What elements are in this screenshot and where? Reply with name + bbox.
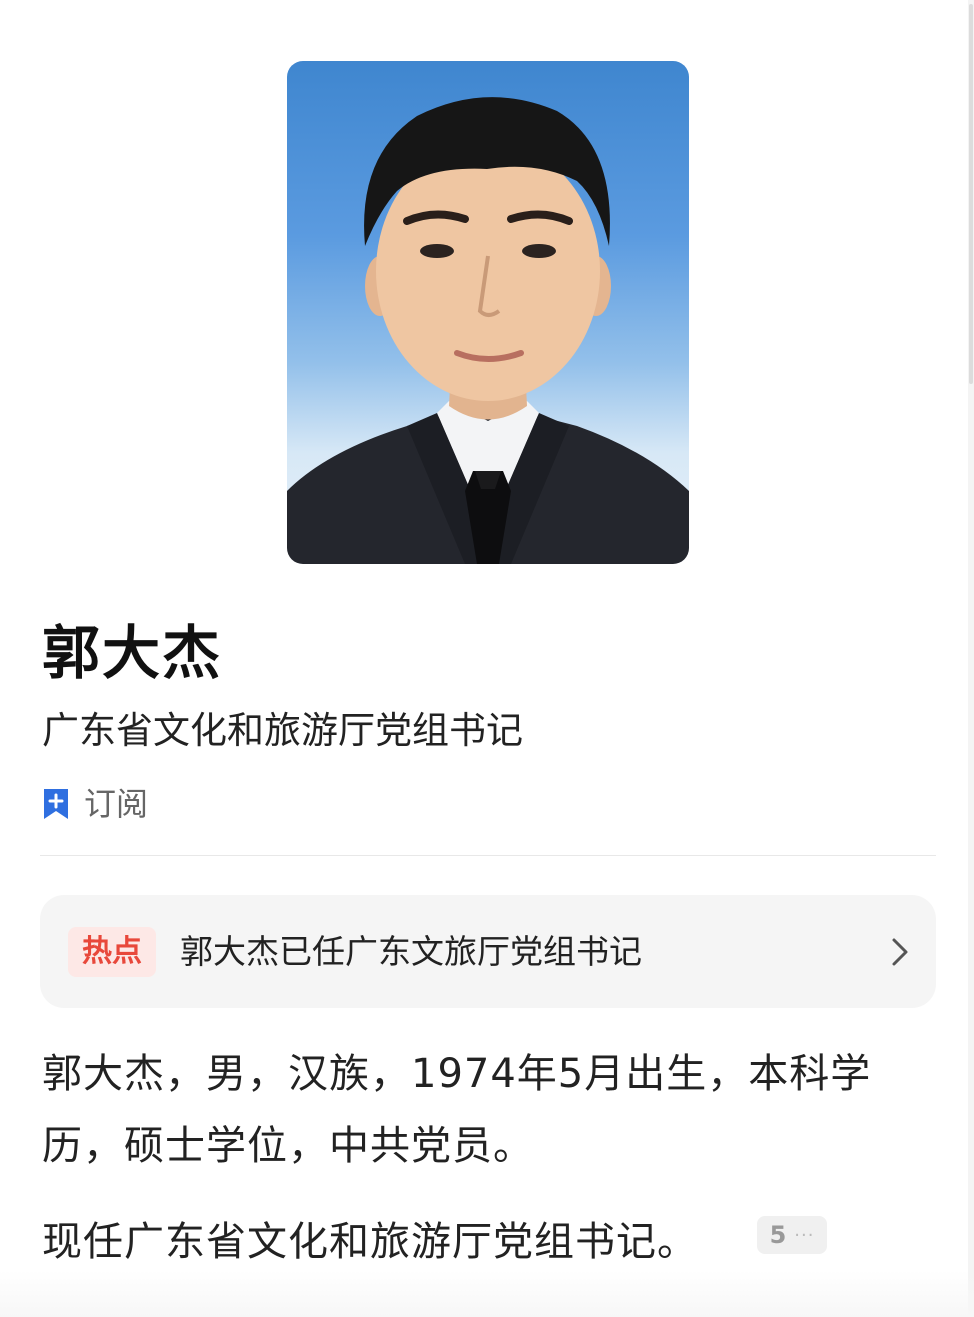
hot-badge: 热点 — [68, 927, 156, 977]
bio-paragraph: 郭大杰，男，汉族，1974年5月出生，本科学历，硕士学位，中共党员。 — [42, 1051, 872, 1169]
person-title: 广东省文化和旅游厅党组书记 — [42, 709, 523, 752]
bookmark-plus-icon — [44, 789, 68, 819]
reference-badge[interactable]: 5 ··· — [757, 1216, 827, 1254]
subscribe-button[interactable]: 订阅 — [42, 782, 148, 826]
portrait-photo[interactable] — [287, 61, 689, 564]
person-name: 郭大杰 — [42, 619, 223, 687]
portrait-illustration — [287, 97, 689, 564]
divider — [40, 855, 936, 856]
chevron-right-icon — [892, 938, 908, 966]
hot-news-card[interactable]: 热点 郭大杰已任广东文旅厅党组书记 — [40, 895, 936, 1008]
reference-count: 5 — [769, 1221, 787, 1249]
subscribe-label: 订阅 — [84, 785, 149, 823]
scrollbar-track[interactable] — [968, 0, 974, 1317]
bottom-fade — [0, 1270, 974, 1317]
bio-current-position: 现任广东省文化和旅游厅党组书记。 — [42, 1219, 698, 1265]
hot-headline: 郭大杰已任广东文旅厅党组书记 — [180, 932, 642, 971]
scrollbar-thumb[interactable] — [969, 4, 973, 384]
more-icon: ··· — [794, 1224, 815, 1246]
